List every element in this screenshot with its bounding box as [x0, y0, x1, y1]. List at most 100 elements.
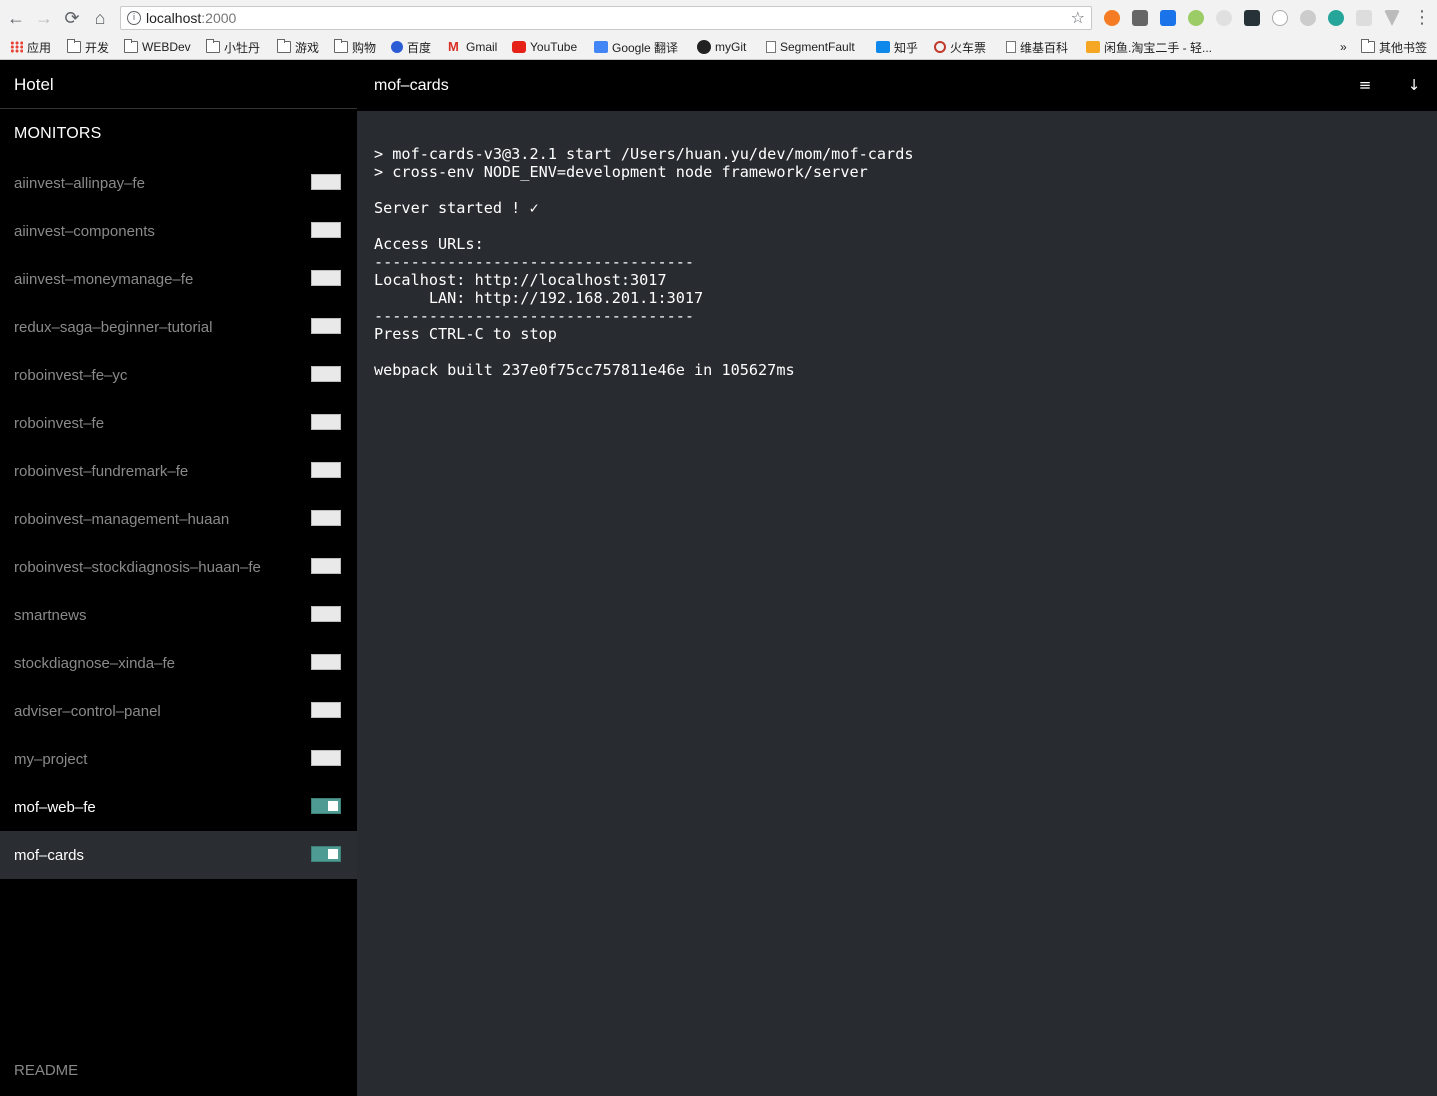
toggle-knob — [312, 655, 326, 669]
toggle-knob — [312, 415, 326, 429]
monitor-list: aiinvest–allinpay–fe aiinvest–components a… — [0, 159, 357, 879]
monitor-item[interactable]: roboinvest–stockdiagnosis–huaan–fe — [0, 543, 357, 591]
monitor-name[interactable]: aiinvest–allinpay–fe — [14, 159, 284, 207]
monitor-name[interactable]: aiinvest–moneymanage–fe — [14, 255, 284, 303]
extension-icon[interactable] — [1328, 10, 1344, 26]
extension-icon[interactable] — [1216, 10, 1232, 26]
monitor-toggle[interactable] — [311, 798, 341, 814]
monitor-item[interactable]: aiinvest–allinpay–fe — [0, 159, 357, 207]
console-line: Press CTRL-C to stop — [374, 325, 557, 343]
bookmark-folder[interactable]: WEBDev — [124, 38, 191, 56]
monitor-name[interactable]: roboinvest–fe–yc — [14, 351, 284, 399]
monitor-toggle[interactable] — [311, 270, 341, 286]
monitor-toggle[interactable] — [311, 702, 341, 718]
monitor-toggle[interactable] — [311, 606, 341, 622]
clear-log-icon[interactable]: ≡ — [1355, 75, 1375, 95]
bookmark-folder[interactable]: 小牡丹 — [206, 38, 260, 56]
sidebar: Hotel MONITORS aiinvest–allinpay–fe aiinv… — [0, 60, 357, 1096]
monitor-name[interactable]: mof–web–fe — [14, 783, 284, 831]
bookmark-item[interactable]: SegmentFault — [766, 38, 855, 56]
monitor-item[interactable]: my–project — [0, 735, 357, 783]
browser-menu-icon[interactable]: ⋮ — [1413, 7, 1431, 27]
monitor-name[interactable]: aiinvest–components — [14, 207, 284, 255]
bookmark-folder[interactable]: 购物 — [334, 38, 376, 56]
monitor-name[interactable]: mof–cards — [14, 831, 284, 879]
app-title[interactable]: Hotel — [14, 75, 54, 95]
forward-arrow-icon[interactable]: → — [33, 7, 55, 29]
address-bar[interactable]: i localhost:2000 ☆ — [120, 6, 1092, 30]
monitor-toggle[interactable] — [311, 462, 341, 478]
bookmark-folder[interactable]: 游戏 — [277, 38, 319, 56]
bookmark-star-icon[interactable]: ☆ — [1071, 8, 1085, 28]
console-line: webpack built 237e0f75cc757811e46e in 10… — [374, 361, 795, 379]
monitor-name[interactable]: my–project — [14, 735, 284, 783]
bookmark-folder[interactable]: 开发 — [67, 38, 109, 56]
bookmark-item[interactable]: 知乎 — [876, 38, 918, 56]
vue-devtools-icon[interactable] — [1384, 10, 1400, 26]
monitor-item[interactable]: stockdiagnose–xinda–fe — [0, 639, 357, 687]
extension-icon[interactable] — [1104, 10, 1120, 26]
monitor-item[interactable]: mof–cards — [0, 831, 357, 879]
monitor-name[interactable]: roboinvest–fundremark–fe — [14, 447, 284, 495]
monitor-name[interactable]: smartnews — [14, 591, 284, 639]
monitor-name[interactable]: stockdiagnose–xinda–fe — [14, 639, 284, 687]
home-icon[interactable]: ⌂ — [89, 7, 111, 29]
monitor-item[interactable]: roboinvest–fe — [0, 399, 357, 447]
react-devtools-icon[interactable] — [1244, 10, 1260, 26]
browser-toolbar: ← → ⟳ ⌂ i localhost:2000 ☆ ⋮ — [0, 0, 1437, 35]
monitor-item[interactable]: adviser–control–panel — [0, 687, 357, 735]
monitor-toggle[interactable] — [311, 558, 341, 574]
toggle-knob — [312, 223, 326, 237]
bookmark-item[interactable]: M Gmail — [448, 38, 497, 56]
monitor-item[interactable]: roboinvest–fe–yc — [0, 351, 357, 399]
monitor-toggle[interactable] — [311, 222, 341, 238]
monitor-toggle[interactable] — [311, 414, 341, 430]
monitor-name[interactable]: roboinvest–management–huaan — [14, 495, 284, 543]
monitor-item[interactable]: smartnews — [0, 591, 357, 639]
bookmark-item[interactable]: 维基百科 — [1006, 38, 1068, 56]
monitor-name[interactable]: redux–saga–beginner–tutorial — [14, 303, 284, 351]
monitor-toggle[interactable] — [311, 174, 341, 190]
console-line: > cross-env NODE_ENV=development node fr… — [374, 163, 868, 181]
monitor-toggle[interactable] — [311, 846, 341, 862]
monitor-name[interactable]: roboinvest–stockdiagnosis–huaan–fe — [14, 543, 284, 591]
monitor-item[interactable]: roboinvest–management–huaan — [0, 495, 357, 543]
monitor-item[interactable]: roboinvest–fundremark–fe — [0, 447, 357, 495]
monitor-toggle[interactable] — [311, 366, 341, 382]
monitor-item[interactable]: mof–web–fe — [0, 783, 357, 831]
bookmark-item[interactable]: 百度 — [391, 38, 431, 56]
monitor-name[interactable]: adviser–control–panel — [14, 687, 284, 735]
extension-icon[interactable] — [1356, 10, 1372, 26]
other-bookmarks-folder[interactable]: 其他书签 — [1361, 38, 1427, 56]
monitor-item[interactable]: redux–saga–beginner–tutorial — [0, 303, 357, 351]
site-info-icon[interactable]: i — [127, 11, 141, 25]
extension-icon[interactable] — [1188, 10, 1204, 26]
console-line: ----------------------------------- — [374, 253, 695, 271]
scroll-bottom-arrow-icon[interactable]: ↓ — [1404, 75, 1424, 95]
bookmark-item[interactable]: YouTube — [512, 38, 577, 56]
monitor-toggle[interactable] — [311, 654, 341, 670]
back-arrow-icon[interactable]: ← — [5, 7, 27, 29]
gmail-icon: M — [448, 39, 459, 54]
extension-icon[interactable] — [1132, 10, 1148, 26]
reload-icon[interactable]: ⟳ — [61, 7, 83, 29]
bookmark-item[interactable]: 应用 — [10, 38, 51, 56]
readme-link[interactable]: README — [14, 1062, 78, 1079]
monitor-toggle[interactable] — [311, 750, 341, 766]
monitor-toggle[interactable] — [311, 510, 341, 526]
extension-icon[interactable] — [1160, 10, 1176, 26]
sidebar-divider — [0, 108, 357, 109]
monitor-toggle[interactable] — [311, 318, 341, 334]
monitor-item[interactable]: aiinvest–moneymanage–fe — [0, 255, 357, 303]
bookmark-item[interactable]: 火车票 — [934, 38, 986, 56]
extension-icon[interactable] — [1300, 10, 1316, 26]
bookmark-item[interactable]: 闲鱼.淘宝二手 - 轻... — [1086, 38, 1212, 56]
bookmark-item[interactable]: myGit — [697, 38, 746, 56]
monitor-name[interactable]: roboinvest–fe — [14, 399, 284, 447]
main-title: mof–cards — [374, 77, 449, 94]
extension-icon[interactable] — [1272, 10, 1288, 26]
monitor-item[interactable]: aiinvest–components — [0, 207, 357, 255]
toggle-knob — [312, 559, 326, 573]
more-bookmarks-chevron[interactable]: » — [1340, 38, 1347, 56]
bookmark-item[interactable]: Google 翻译 — [594, 38, 678, 56]
